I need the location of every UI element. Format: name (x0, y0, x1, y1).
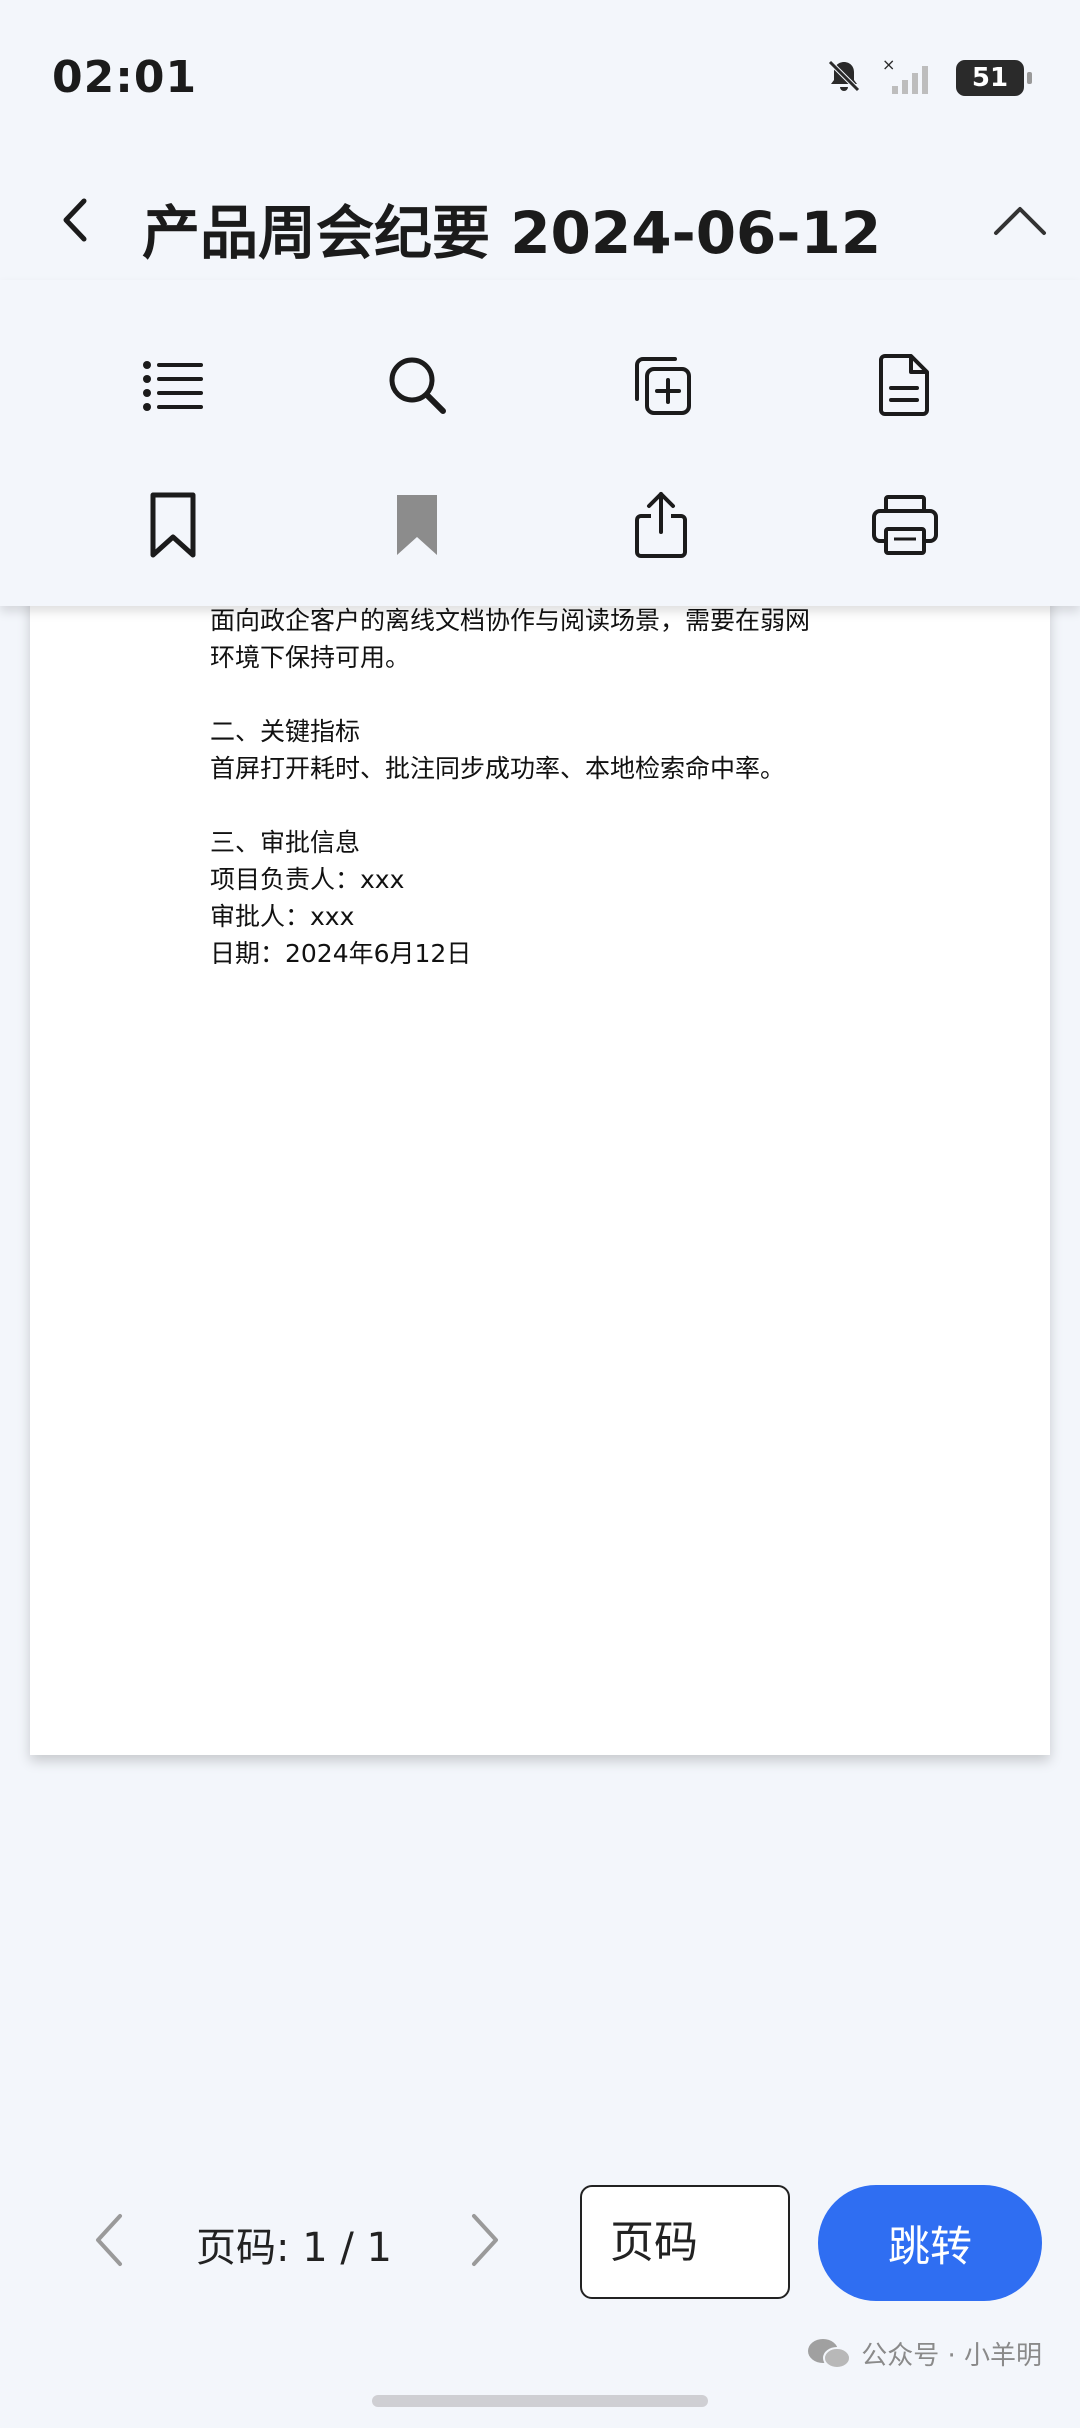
list-icon (143, 361, 203, 411)
doc-heading: 三、审批信息 (210, 828, 361, 857)
document-info-button[interactable] (850, 330, 960, 440)
document-page: 面向政企客户的离线文档协作与阅读场景，需要在弱网 环境下保持可用。 二、关键指标… (30, 560, 1050, 1755)
search-icon (389, 357, 446, 414)
share-icon (635, 492, 687, 558)
copy-add-icon (635, 357, 691, 415)
doc-line: 环境下保持可用。 (210, 643, 411, 672)
chevron-left-icon (63, 198, 87, 242)
doc-line: 首屏打开耗时、批注同步成功率、本地检索命中率。 (210, 754, 786, 783)
page-number-input[interactable] (580, 2185, 790, 2299)
collapse-toolbar-button[interactable] (988, 190, 1052, 250)
add-bookmark-button[interactable] (118, 470, 228, 580)
document-icon (879, 354, 929, 416)
status-bar: 02:01 × 51 (0, 0, 1080, 160)
svg-text:×: × (882, 56, 895, 74)
search-button[interactable] (362, 330, 472, 440)
bookmark-filled-icon (397, 495, 437, 555)
toolbar (0, 280, 1080, 606)
wechat-icon (808, 2338, 852, 2369)
page-indicator: 页码: 1 / 1 (196, 2225, 392, 2271)
bookmark-outline-icon (150, 492, 196, 558)
status-icons: × 51 (824, 55, 1032, 100)
back-button[interactable] (46, 190, 106, 250)
watermark-text: 公众号 · 小羊明 (861, 2341, 1042, 2371)
jump-button[interactable]: 跳转 (818, 2185, 1042, 2301)
print-icon (872, 495, 938, 555)
battery-icon: 51 (956, 60, 1032, 96)
document-title: 产品周会纪要 2024-06-12 (142, 199, 882, 267)
doc-gap (210, 787, 930, 824)
doc-line: 日期：2024年6月12日 (210, 939, 472, 968)
home-indicator[interactable] (372, 2395, 708, 2407)
doc-line: 审批人：xxx (210, 902, 355, 931)
doc-heading: 二、关键指标 (210, 717, 361, 746)
document-content: 面向政企客户的离线文档协作与阅读场景，需要在弱网 环境下保持可用。 二、关键指标… (210, 602, 930, 972)
chevron-left-icon (96, 2214, 122, 2266)
print-button[interactable] (850, 470, 960, 580)
header: 产品周会纪要 2024-06-12 (0, 160, 1080, 280)
bookmarks-button[interactable] (362, 470, 472, 580)
pager: 页码: 1 / 1 跳转 (0, 2175, 1080, 2305)
doc-gap (210, 676, 930, 713)
outline-button[interactable] (118, 330, 228, 440)
previous-page-button[interactable] (78, 2205, 138, 2275)
status-time: 02:01 (52, 52, 198, 103)
share-button[interactable] (606, 470, 716, 580)
next-page-button[interactable] (456, 2205, 516, 2275)
doc-line: 项目负责人：xxx (210, 865, 405, 894)
doc-line: 面向政企客户的离线文档协作与阅读场景，需要在弱网 (210, 606, 811, 635)
screen: 02:01 × 51 产品周会纪要 2024-06-12 面向政企客户的离线文档… (0, 0, 1080, 2428)
signal-no-service-icon: × (882, 55, 938, 100)
chevron-right-icon (472, 2214, 498, 2266)
chevron-up-icon (994, 207, 1046, 235)
bell-off-icon (824, 56, 864, 100)
copy-add-button[interactable] (606, 330, 716, 440)
watermark: 公众号 · 小羊明 (807, 2335, 1042, 2372)
